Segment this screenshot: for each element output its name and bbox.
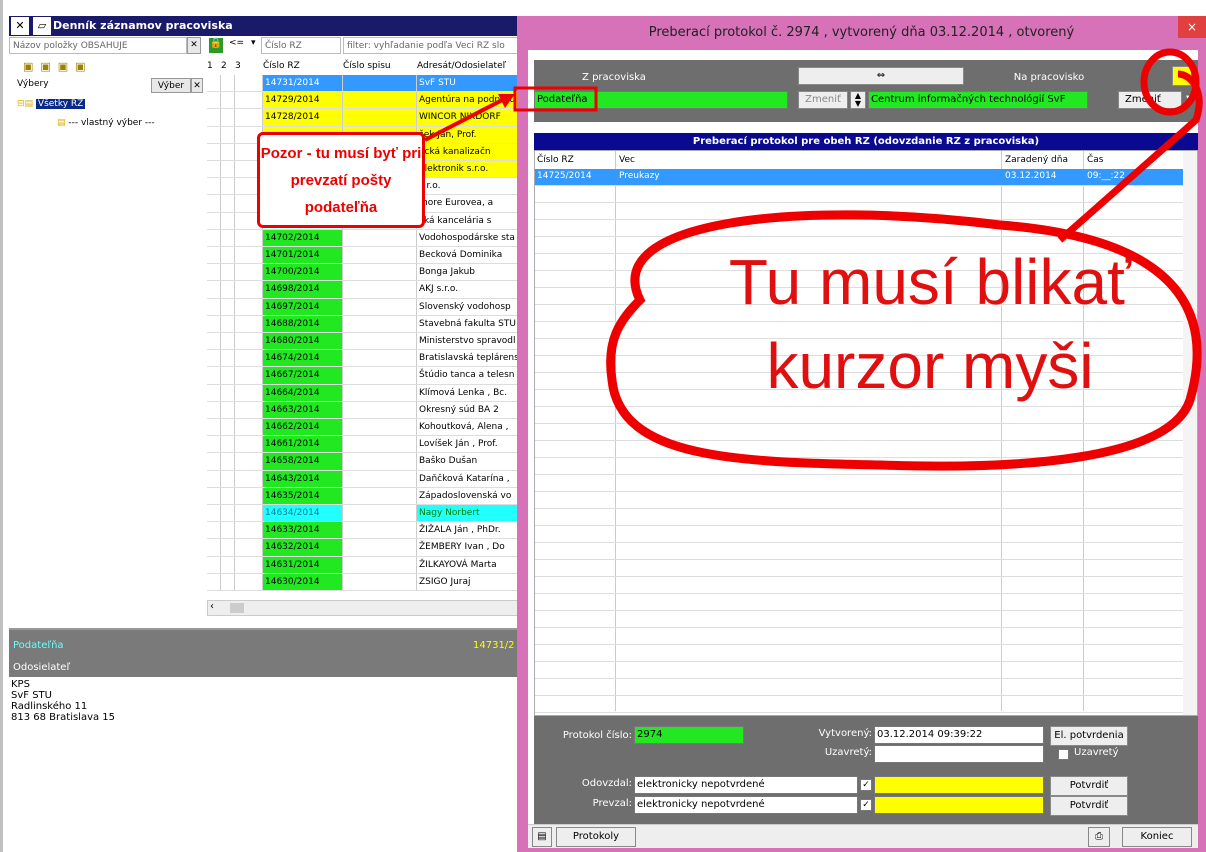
big-annotation: Tu musí blikať kurzor myši xyxy=(640,240,1206,460)
big-annotation-line: Tu musí blikať xyxy=(728,246,1132,318)
highlight-box xyxy=(513,86,598,112)
cursor-circle xyxy=(1140,48,1200,116)
callout-arrow xyxy=(424,94,511,142)
big-annotation-line: kurzor myši xyxy=(766,330,1094,402)
callout-note: Pozor - tu musí byť pri prevzatí pošty p… xyxy=(257,132,425,228)
cursor-arrow xyxy=(1057,70,1203,243)
